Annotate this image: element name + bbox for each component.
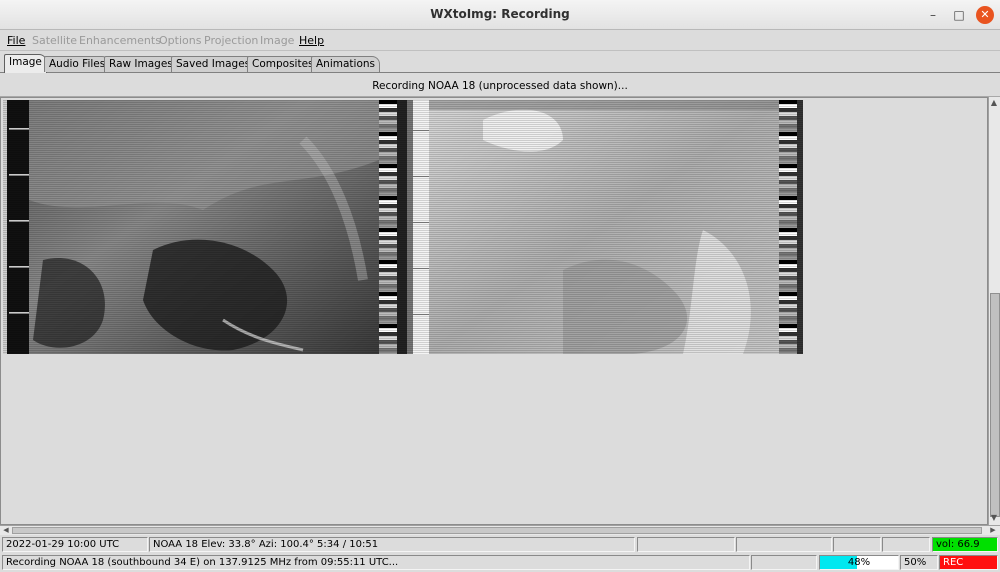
status-cell-empty-2 (736, 537, 832, 552)
rec-indicator: REC (939, 555, 998, 570)
menu-file[interactable]: File (7, 34, 25, 47)
menu-satellite[interactable]: Satellite (32, 34, 77, 47)
statusbar-row-1: 2022-01-29 10:00 UTC NOAA 18 Elev: 33.8°… (0, 537, 1000, 554)
scroll-left-icon[interactable]: ◀ (1, 526, 11, 535)
vertical-scrollbar[interactable]: ▲ ▼ (988, 97, 1000, 525)
tab-animations[interactable]: Animations (311, 56, 381, 72)
horizontal-scrollbar[interactable]: ◀ ▶ (0, 525, 1000, 535)
recording-progress-bar: 48% (819, 555, 899, 570)
statusbar-row-2: Recording NOAA 18 (southbound 34 E) on 1… (0, 555, 1000, 572)
scroll-right-icon[interactable]: ▶ (988, 526, 998, 535)
menu-options[interactable]: Options (159, 34, 201, 47)
status-cell-empty-1 (637, 537, 735, 552)
tab-strip: Image Audio Files Raw Images Saved Image… (0, 51, 1000, 73)
menu-enhancements[interactable]: Enhancements (79, 34, 161, 47)
window-titlebar: WXtoImg: Recording – □ ✕ (0, 0, 1000, 30)
volume-indicator: vol: 66.9 (932, 537, 998, 552)
recording-info-field: Recording NOAA 18 (southbound 34 E) on 1… (2, 555, 750, 570)
status-cell-empty-3 (833, 537, 881, 552)
vertical-scroll-thumb[interactable] (990, 293, 1000, 517)
menu-image[interactable]: Image (260, 34, 294, 47)
datetime-field: 2022-01-29 10:00 UTC (2, 537, 148, 552)
menu-bar: File Satellite Enhancements Options Proj… (0, 30, 1000, 51)
close-icon[interactable]: ✕ (976, 6, 994, 24)
tab-image[interactable]: Image (4, 54, 47, 73)
scroll-down-icon[interactable]: ▼ (989, 513, 999, 523)
window-title: WXtoImg: Recording (430, 7, 570, 21)
progress-label: 48% (847, 557, 871, 568)
status-cell-empty-5 (751, 555, 817, 570)
minimize-icon[interactable]: – (924, 6, 942, 24)
percent-field: 50% (900, 555, 938, 570)
recording-status-message: Recording NOAA 18 (unprocessed data show… (0, 73, 1000, 97)
status-cell-empty-4 (882, 537, 930, 552)
tab-composites[interactable]: Composites (247, 56, 319, 72)
recording-status-text: Recording NOAA 18 (unprocessed data show… (372, 80, 628, 92)
tab-saved-images[interactable]: Saved Images (171, 56, 256, 72)
menu-help[interactable]: Help (299, 34, 324, 47)
tab-raw-images[interactable]: Raw Images (104, 56, 178, 72)
scroll-up-icon[interactable]: ▲ (989, 98, 999, 108)
satellite-image (3, 100, 803, 354)
tab-audio-files[interactable]: Audio Files (44, 56, 111, 72)
menu-projection[interactable]: Projection (204, 34, 258, 47)
horizontal-scroll-thumb[interactable] (12, 527, 982, 534)
pass-info-field: NOAA 18 Elev: 33.8° Azi: 100.4° 5:34 / 1… (149, 537, 635, 552)
maximize-icon[interactable]: □ (950, 6, 968, 24)
